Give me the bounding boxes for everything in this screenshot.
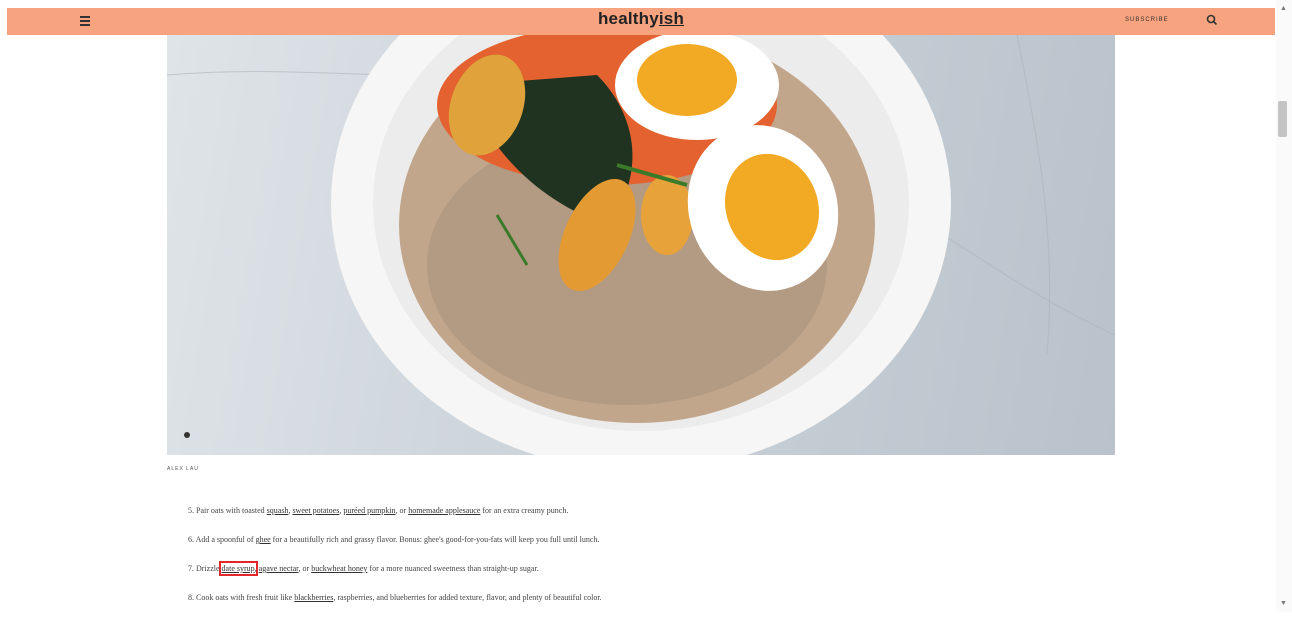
oatmeal-bowl-illustration	[167, 35, 1115, 455]
logo-suffix: ish	[658, 9, 685, 28]
list-text: , or	[298, 564, 312, 573]
scroll-up-icon[interactable]: ▲	[1280, 4, 1287, 12]
highlighted-ingredient-link[interactable]: date syrup	[218, 561, 258, 576]
ingredient-link[interactable]: homemade applesauce	[408, 506, 480, 515]
list-text: Pair oats with toasted	[196, 506, 267, 515]
tips-list: 5. Pair oats with toasted squash, sweet …	[188, 506, 1008, 622]
list-text: for a more nuanced sweetness than straig…	[367, 564, 539, 573]
list-text: Cook oats with fresh fruit like	[196, 593, 295, 602]
list-text: for a beautifully rich and grassy flavor…	[270, 535, 600, 544]
ingredient-link[interactable]: ghee	[256, 535, 271, 544]
vertical-scrollbar[interactable]	[1276, 0, 1292, 612]
list-item: 5. Pair oats with toasted squash, sweet …	[188, 506, 1008, 535]
list-number: 6.	[188, 535, 196, 544]
list-number: 8.	[188, 593, 196, 602]
list-text: , raspberries, and blueberries for added…	[333, 593, 602, 602]
ingredient-link[interactable]: puréed pumpkin	[343, 506, 395, 515]
list-item: 6. Add a spoonful of ghee for a beautifu…	[188, 535, 1008, 564]
list-item: 8. Cook oats with fresh fruit like black…	[188, 593, 1008, 622]
ingredient-link[interactable]: blackberries	[294, 593, 333, 602]
site-logo[interactable]: healthyish	[7, 9, 1275, 29]
list-number: 7.	[188, 564, 196, 573]
search-icon[interactable]	[1206, 14, 1218, 26]
list-item: 7. Drizzle date syrup, agave nectar, or …	[188, 561, 1008, 593]
list-text: , or	[395, 506, 409, 515]
photo-credit: ALEX LAU	[167, 466, 199, 472]
ingredient-link[interactable]: squash	[267, 506, 289, 515]
list-text: Add a spoonful of	[195, 535, 256, 544]
ingredient-link[interactable]: agave nectar	[259, 564, 299, 573]
ingredient-link[interactable]: buckwheat honey	[311, 564, 367, 573]
scroll-down-icon[interactable]: ▼	[1280, 599, 1287, 607]
subscribe-link[interactable]: SUBSCRIBE	[1125, 17, 1169, 23]
ingredient-link[interactable]: sweet potatoes	[292, 506, 339, 515]
list-number: 5.	[188, 506, 196, 515]
site-header: healthyish SUBSCRIBE	[7, 8, 1275, 35]
logo-main: healthy	[597, 9, 659, 28]
scrollbar-thumb[interactable]	[1278, 101, 1287, 137]
list-text: Drizzle	[196, 564, 222, 573]
hero-food-image	[167, 35, 1115, 455]
list-text: for an extra creamy punch.	[480, 506, 569, 515]
